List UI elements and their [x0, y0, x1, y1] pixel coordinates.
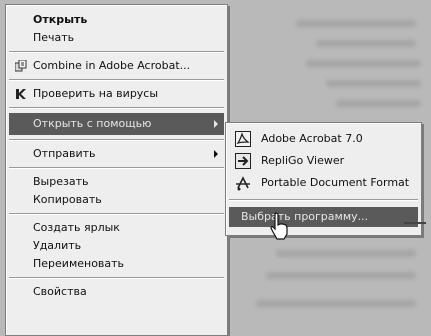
- acrobat-combine-icon: [14, 59, 27, 72]
- background-line: [404, 222, 426, 224]
- menu-separator: [9, 167, 224, 169]
- menu-item-label: Отправить: [33, 147, 96, 160]
- menu-item-label: Печать: [33, 31, 75, 44]
- submenu-item-label: RepliGo Viewer: [261, 154, 345, 167]
- submenu-item-pdf-format[interactable]: Portable Document Format: [229, 173, 418, 193]
- menu-item-virus-scan[interactable]: Проверить на вирусы: [9, 85, 224, 103]
- pdf-format-icon: [235, 175, 251, 191]
- menu-item-properties[interactable]: Свойства: [9, 283, 224, 301]
- submenu-item-label: Выбрать программу...: [241, 210, 369, 223]
- menu-item-delete[interactable]: Удалить: [9, 237, 224, 255]
- menu-item-label: Открыть: [33, 13, 88, 26]
- menu-item-open-with[interactable]: Открыть с помощью: [9, 113, 224, 135]
- menu-item-send-to[interactable]: Отправить: [9, 145, 224, 163]
- submenu-item-choose-program[interactable]: Выбрать программу...: [229, 207, 418, 227]
- menu-separator: [9, 139, 224, 141]
- menu-separator: [229, 199, 418, 201]
- open-with-submenu: Adobe Acrobat 7.0 RepliGo Viewer Portabl…: [225, 122, 422, 236]
- menu-item-label: Переименовать: [33, 257, 125, 270]
- submenu-item-label: Portable Document Format: [261, 176, 410, 189]
- menu-item-combine-acrobat[interactable]: Combine in Adobe Acrobat...: [9, 57, 224, 75]
- antivirus-icon: [15, 88, 27, 100]
- adobe-acrobat-icon: [235, 131, 251, 147]
- menu-item-label: Combine in Adobe Acrobat...: [33, 59, 191, 72]
- menu-item-cut[interactable]: Вырезать: [9, 173, 224, 191]
- menu-item-copy[interactable]: Копировать: [9, 191, 224, 209]
- menu-separator: [9, 79, 224, 81]
- submenu-arrow-icon: [214, 150, 218, 158]
- menu-item-label: Проверить на вирусы: [33, 87, 159, 100]
- repligo-icon: [235, 153, 251, 169]
- submenu-item-repligo-viewer[interactable]: RepliGo Viewer: [229, 151, 418, 171]
- menu-separator: [9, 277, 224, 279]
- submenu-arrow-icon: [214, 120, 218, 128]
- menu-item-print[interactable]: Печать: [9, 29, 224, 47]
- menu-item-label: Открыть с помощью: [33, 117, 152, 130]
- menu-item-label: Копировать: [33, 193, 102, 206]
- menu-item-label: Создать ярлык: [33, 221, 120, 234]
- menu-item-label: Свойства: [33, 285, 87, 298]
- menu-item-create-shortcut[interactable]: Создать ярлык: [9, 219, 224, 237]
- menu-separator: [9, 107, 224, 109]
- submenu-item-label: Adobe Acrobat 7.0: [261, 132, 363, 145]
- submenu-item-adobe-acrobat[interactable]: Adobe Acrobat 7.0: [229, 129, 418, 149]
- menu-item-open[interactable]: Открыть: [9, 11, 224, 29]
- menu-separator: [9, 51, 224, 53]
- menu-item-rename[interactable]: Переименовать: [9, 255, 224, 273]
- menu-item-label: Вырезать: [33, 175, 89, 188]
- menu-separator: [9, 213, 224, 215]
- context-menu: Открыть Печать Combine in Adobe Acrobat.…: [5, 4, 228, 336]
- menu-item-label: Удалить: [33, 239, 82, 252]
- mouse-pointer-icon: [270, 212, 290, 240]
